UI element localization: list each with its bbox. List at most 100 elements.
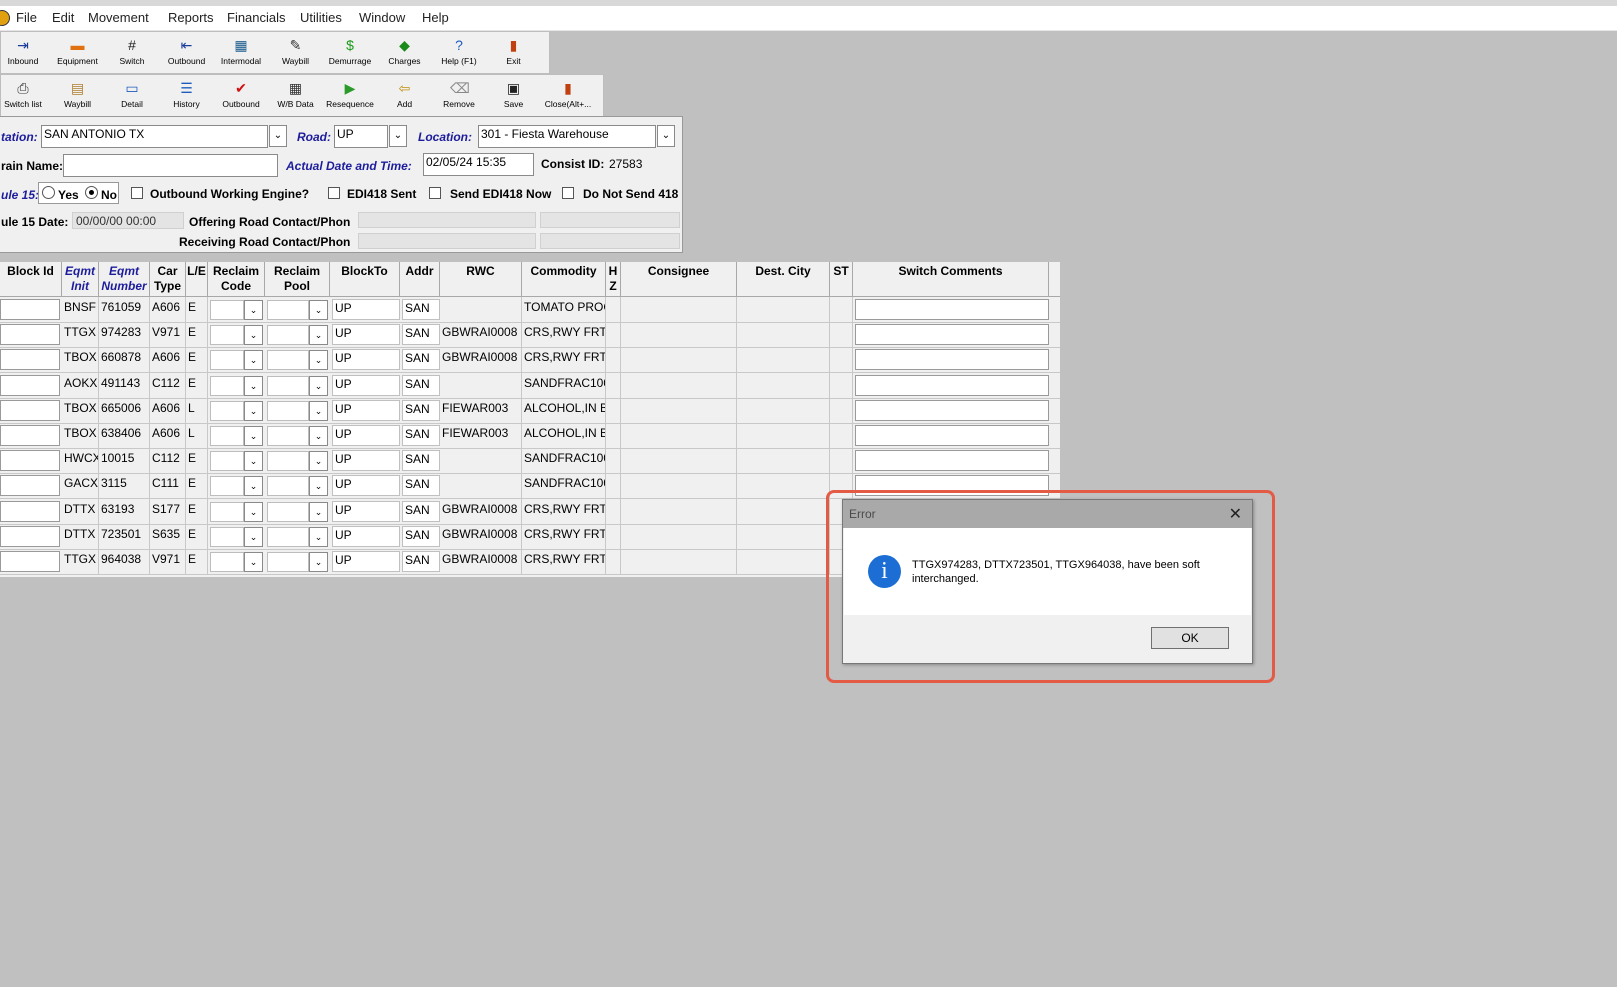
blockto-field[interactable]: UP xyxy=(332,425,400,446)
addr-field[interactable]: SAN xyxy=(402,450,440,472)
menu-reports[interactable]: Reports xyxy=(168,10,214,25)
column-header-commodity[interactable]: Commodity xyxy=(522,262,606,296)
menu-movement[interactable]: Movement xyxy=(88,10,149,25)
toolbar-button-add[interactable]: ⇦ Add xyxy=(378,76,432,116)
menu-window[interactable]: Window xyxy=(359,10,405,25)
column-header-cartype[interactable]: Car Type xyxy=(150,262,186,296)
toolbar-button-charges[interactable]: ◆ Charges xyxy=(378,33,432,73)
reclaim-pool-dropdown-icon[interactable]: ⌄ xyxy=(309,300,328,320)
column-header-st[interactable]: ST xyxy=(830,262,853,296)
blockto-field[interactable]: UP xyxy=(332,374,400,396)
reclaim-pool-field[interactable] xyxy=(267,300,309,320)
reclaim-pool-field[interactable] xyxy=(267,375,309,396)
toolbar-button-demurrage[interactable]: $ Demurrage xyxy=(323,33,377,73)
toolbar-button-switch-list[interactable]: ⎙ Switch list xyxy=(0,76,50,116)
reclaim-code-field[interactable] xyxy=(210,526,244,547)
reclaim-code-dropdown-icon[interactable]: ⌄ xyxy=(244,451,263,472)
toolbar-button-outbound[interactable]: ⇤ Outbound xyxy=(160,33,214,73)
reclaim-pool-dropdown-icon[interactable]: ⌄ xyxy=(309,400,328,421)
reclaim-code-dropdown-icon[interactable]: ⌄ xyxy=(244,400,263,421)
station-field[interactable]: SAN ANTONIO TX xyxy=(41,125,268,148)
column-header-block[interactable]: Block Id xyxy=(0,262,62,296)
switch-comments-field[interactable] xyxy=(855,374,1049,396)
reclaim-code-field[interactable] xyxy=(210,476,244,497)
toolbar-button-intermodal[interactable]: ▦ Intermodal xyxy=(214,33,268,73)
toolbar-button-resequence[interactable]: ▶ Resequence xyxy=(323,76,377,116)
reclaim-pool-dropdown-icon[interactable]: ⌄ xyxy=(309,325,328,346)
train-name-field[interactable] xyxy=(63,154,278,177)
switch-comments-field[interactable] xyxy=(855,349,1049,371)
addr-field[interactable]: SAN xyxy=(402,324,440,346)
switch-comments-field[interactable] xyxy=(855,425,1049,446)
blockto-field[interactable]: UP xyxy=(332,475,400,497)
column-header-consignee[interactable]: Consignee xyxy=(621,262,737,296)
reclaim-code-field[interactable] xyxy=(210,400,244,421)
reclaim-pool-dropdown-icon[interactable]: ⌄ xyxy=(309,552,328,572)
reclaim-pool-dropdown-icon[interactable]: ⌄ xyxy=(309,526,328,547)
column-header-rwc[interactable]: RWC xyxy=(440,262,522,296)
table-row[interactable]: HWCX 10015 C112 E ⌄ ⌄ UP SAN SANDFRAC100 xyxy=(0,448,1060,475)
block-id-field[interactable] xyxy=(0,374,60,396)
reclaim-pool-dropdown-icon[interactable]: ⌄ xyxy=(309,476,328,497)
menu-financials[interactable]: Financials xyxy=(227,10,286,25)
reclaim-pool-dropdown-icon[interactable]: ⌄ xyxy=(309,375,328,396)
menu-utilities[interactable]: Utilities xyxy=(300,10,342,25)
reclaim-pool-field[interactable] xyxy=(267,501,309,522)
column-header-hz[interactable]: H Z xyxy=(606,262,621,296)
block-id-field[interactable] xyxy=(0,551,60,572)
reclaim-code-dropdown-icon[interactable]: ⌄ xyxy=(244,325,263,346)
toolbar-button-inbound[interactable]: ⇥ Inbound xyxy=(0,33,50,73)
column-header-pool[interactable]: Reclaim Pool xyxy=(265,262,330,296)
road-dropdown-button[interactable]: ⌄ xyxy=(389,125,407,147)
addr-field[interactable]: SAN xyxy=(402,551,440,572)
block-id-field[interactable] xyxy=(0,399,60,421)
blockto-field[interactable]: UP xyxy=(332,324,400,346)
reclaim-code-field[interactable] xyxy=(210,375,244,396)
block-id-field[interactable] xyxy=(0,525,60,547)
reclaim-pool-field[interactable] xyxy=(267,526,309,547)
reclaim-code-field[interactable] xyxy=(210,501,244,522)
ok-button[interactable]: OK xyxy=(1151,627,1229,649)
block-id-field[interactable] xyxy=(0,425,60,446)
switch-comments-field[interactable] xyxy=(855,450,1049,472)
reclaim-code-dropdown-icon[interactable]: ⌄ xyxy=(244,375,263,396)
rule15-yes-radio[interactable] xyxy=(42,186,55,199)
table-row[interactable]: TBOX 660878 A606 E ⌄ ⌄ UP SAN GBWRAI0008 CRS,RWY … xyxy=(0,347,1060,374)
reclaim-pool-field[interactable] xyxy=(267,350,309,371)
reclaim-pool-dropdown-icon[interactable]: ⌄ xyxy=(309,350,328,371)
column-header-init[interactable]: Eqmt Init xyxy=(62,262,99,296)
location-field[interactable]: 301 - Fiesta Warehouse xyxy=(478,125,656,148)
toolbar-button-waybill[interactable]: ✎ Waybill xyxy=(269,33,323,73)
rule15-no-radio[interactable] xyxy=(85,186,98,199)
blockto-field[interactable]: UP xyxy=(332,450,400,472)
edi418-sent-checkbox[interactable] xyxy=(328,187,340,199)
column-header-comments[interactable]: Switch Comments xyxy=(853,262,1049,296)
blockto-field[interactable]: UP xyxy=(332,399,400,421)
reclaim-code-field[interactable] xyxy=(210,426,244,446)
block-id-field[interactable] xyxy=(0,500,60,522)
column-header-number[interactable]: Eqmt Number xyxy=(99,262,150,296)
reclaim-code-dropdown-icon[interactable]: ⌄ xyxy=(244,300,263,320)
addr-field[interactable]: SAN xyxy=(402,299,440,320)
actual-date-field[interactable]: 02/05/24 15:35 xyxy=(423,153,534,176)
toolbar-button-detail[interactable]: ▭ Detail xyxy=(105,76,159,116)
menu-file[interactable]: File xyxy=(16,10,37,25)
reclaim-pool-field[interactable] xyxy=(267,426,309,446)
reclaim-pool-field[interactable] xyxy=(267,476,309,497)
table-row[interactable]: AOKX 491143 C112 E ⌄ ⌄ UP SAN SANDFRAC100 xyxy=(0,372,1060,399)
do-not-send-418-checkbox[interactable] xyxy=(562,187,574,199)
switch-comments-field[interactable] xyxy=(855,299,1049,320)
menu-help[interactable]: Help xyxy=(422,10,449,25)
block-id-field[interactable] xyxy=(0,349,60,371)
reclaim-pool-dropdown-icon[interactable]: ⌄ xyxy=(309,426,328,446)
addr-field[interactable]: SAN xyxy=(402,425,440,446)
blockto-field[interactable]: UP xyxy=(332,525,400,547)
road-field[interactable]: UP xyxy=(334,125,388,148)
block-id-field[interactable] xyxy=(0,450,60,472)
reclaim-code-dropdown-icon[interactable]: ⌄ xyxy=(244,526,263,547)
toolbar-button-help-f1[interactable]: ? Help (F1) xyxy=(432,33,486,73)
addr-field[interactable]: SAN xyxy=(402,374,440,396)
toolbar-button-switch[interactable]: # Switch xyxy=(105,33,159,73)
send-edi418-checkbox[interactable] xyxy=(429,187,441,199)
switch-comments-field[interactable] xyxy=(855,399,1049,421)
